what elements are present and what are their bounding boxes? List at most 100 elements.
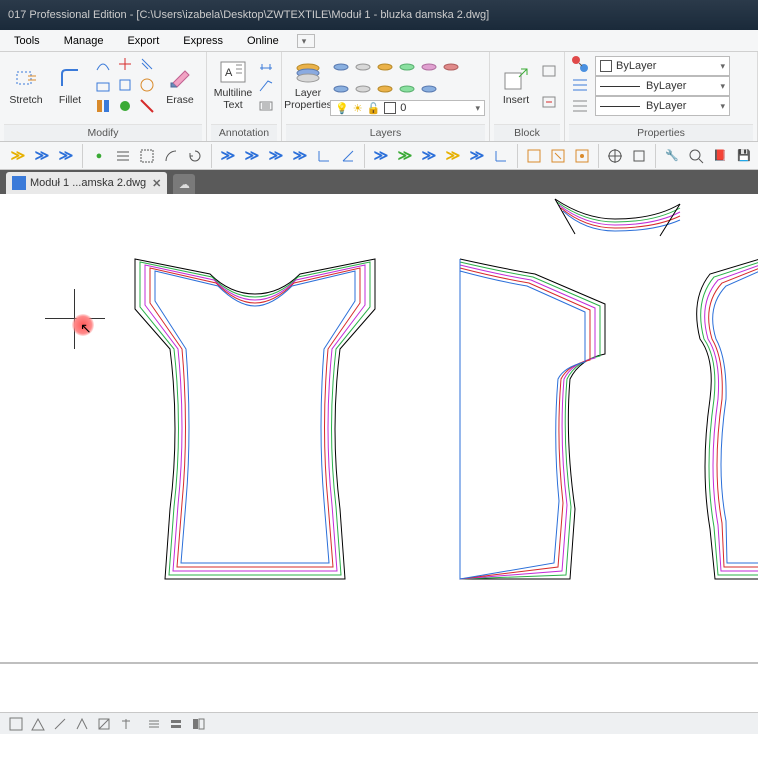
anno-small-1[interactable]: [256, 55, 276, 74]
sb-8[interactable]: [166, 715, 186, 733]
sb-1[interactable]: [6, 715, 26, 733]
qt5[interactable]: ≫: [217, 145, 239, 167]
ribbon: Stretch Fillet: [0, 52, 758, 142]
modify-small-3[interactable]: [93, 96, 113, 115]
drawing-canvas[interactable]: ↖: [0, 194, 758, 664]
menu-tools[interactable]: Tools: [2, 35, 52, 47]
qt-rot[interactable]: [184, 145, 206, 167]
stretch-icon: [12, 64, 40, 92]
tab-close-button[interactable]: ✕: [152, 177, 161, 190]
qt7[interactable]: ≫: [265, 145, 287, 167]
sb-5[interactable]: [94, 715, 114, 733]
menu-express[interactable]: Express: [171, 35, 235, 47]
document-tab-strip: Moduł 1 ...amska 2.dwg ✕ ☁: [0, 170, 758, 194]
modify-small-5[interactable]: [115, 76, 135, 95]
layer-selector[interactable]: 💡 ☀ 🔓 0: [330, 100, 485, 116]
fillet-icon: [56, 64, 84, 92]
layer-icon-9[interactable]: [375, 79, 395, 99]
pattern-front: [115, 249, 395, 594]
prop-list-icon[interactable]: [570, 76, 590, 95]
qt-ang1[interactable]: [313, 145, 335, 167]
sb-7[interactable]: [144, 715, 164, 733]
qt10[interactable]: ≫: [370, 145, 392, 167]
new-tab-button[interactable]: ☁: [173, 174, 195, 194]
menu-online[interactable]: Online: [235, 35, 291, 47]
sb-2[interactable]: [28, 715, 48, 733]
title-bar: 017 Professional Edition - [C:\Users\iza…: [0, 0, 758, 30]
layerprops-button[interactable]: Layer Properties: [286, 54, 330, 116]
insert-button[interactable]: Insert: [494, 54, 538, 116]
modify-small-8[interactable]: [137, 76, 157, 95]
sb-4[interactable]: [72, 715, 92, 733]
menu-manage[interactable]: Manage: [52, 35, 116, 47]
qt11[interactable]: ≫: [394, 145, 416, 167]
sb-6[interactable]: [116, 715, 136, 733]
menu-overflow-icon[interactable]: [297, 34, 315, 48]
qt-arc[interactable]: [160, 145, 182, 167]
qt-save[interactable]: 💾: [733, 145, 755, 167]
qt-ang2[interactable]: [337, 145, 359, 167]
block-small-1[interactable]: [539, 60, 559, 80]
layer-icon-1[interactable]: [331, 57, 351, 77]
document-tab[interactable]: Moduł 1 ...amska 2.dwg ✕: [6, 172, 167, 194]
pattern-back-half: [440, 249, 620, 594]
linetype-selector[interactable]: ByLayer: [595, 96, 730, 116]
mtext-button[interactable]: A Multiline Text: [211, 54, 255, 116]
qt12[interactable]: ≫: [418, 145, 440, 167]
modify-small-7[interactable]: [137, 55, 157, 74]
modify-small-6[interactable]: [115, 96, 135, 115]
qt-book[interactable]: 📕: [709, 145, 731, 167]
qt14[interactable]: ≫: [466, 145, 488, 167]
lineweight-selector[interactable]: ByLayer: [595, 76, 730, 96]
menu-export[interactable]: Export: [115, 35, 171, 47]
qt2[interactable]: ≫: [31, 145, 53, 167]
qt-r1[interactable]: [523, 145, 545, 167]
qt6[interactable]: ≫: [241, 145, 263, 167]
prop-list2-icon[interactable]: [570, 96, 590, 115]
qt13[interactable]: ≫: [442, 145, 464, 167]
qt-tgt[interactable]: [604, 145, 626, 167]
insert-icon: [502, 64, 530, 92]
qt-zoom[interactable]: [685, 145, 707, 167]
qt-lines[interactable]: [112, 145, 134, 167]
match-props-icon[interactable]: [570, 55, 590, 74]
stretch-button[interactable]: Stretch: [4, 54, 48, 116]
layer-icon-5[interactable]: [419, 57, 439, 77]
qt8[interactable]: ≫: [289, 145, 311, 167]
layer-icon-8[interactable]: [353, 79, 373, 99]
sb-9[interactable]: [188, 715, 208, 733]
modify-small-1[interactable]: [93, 55, 113, 74]
status-bar: [0, 712, 758, 734]
erase-button[interactable]: Erase: [158, 54, 202, 116]
panel-block-label: Block: [494, 124, 560, 141]
layer-icon-11[interactable]: [419, 79, 439, 99]
qt-box[interactable]: [628, 145, 650, 167]
qt3[interactable]: ≫: [55, 145, 77, 167]
layer-icon-10[interactable]: [397, 79, 417, 99]
anno-small-3[interactable]: [256, 96, 276, 115]
qt-wrench[interactable]: 🔧: [661, 145, 683, 167]
color-selector[interactable]: ByLayer: [595, 56, 730, 76]
qt-dot[interactable]: ●: [88, 145, 110, 167]
layer-icon-2[interactable]: [353, 57, 373, 77]
modify-small-4[interactable]: [115, 55, 135, 74]
qt-ang3[interactable]: [490, 145, 512, 167]
panel-properties: ByLayer ByLayer ByLayer Properties: [565, 52, 758, 141]
modify-small-9[interactable]: [137, 96, 157, 115]
qt-r3[interactable]: [571, 145, 593, 167]
layer-icon-3[interactable]: [375, 57, 395, 77]
lower-blank-area: [0, 664, 758, 712]
fillet-button[interactable]: Fillet: [48, 54, 92, 116]
layer-icon-4[interactable]: [397, 57, 417, 77]
qt1[interactable]: ≫: [7, 145, 29, 167]
menu-bar: Tools Manage Export Express Online: [0, 30, 758, 52]
anno-small-2[interactable]: [256, 76, 276, 95]
sb-3[interactable]: [50, 715, 70, 733]
qt-sel[interactable]: [136, 145, 158, 167]
block-small-2[interactable]: [539, 91, 559, 111]
quick-toolbar: ≫≫≫ ● ≫≫≫≫ ≫≫≫≫≫ 🔧📕💾: [0, 142, 758, 170]
layer-icon-6[interactable]: [441, 57, 461, 77]
layer-icon-7[interactable]: [331, 79, 351, 99]
modify-small-2[interactable]: [93, 76, 113, 95]
qt-r2[interactable]: [547, 145, 569, 167]
